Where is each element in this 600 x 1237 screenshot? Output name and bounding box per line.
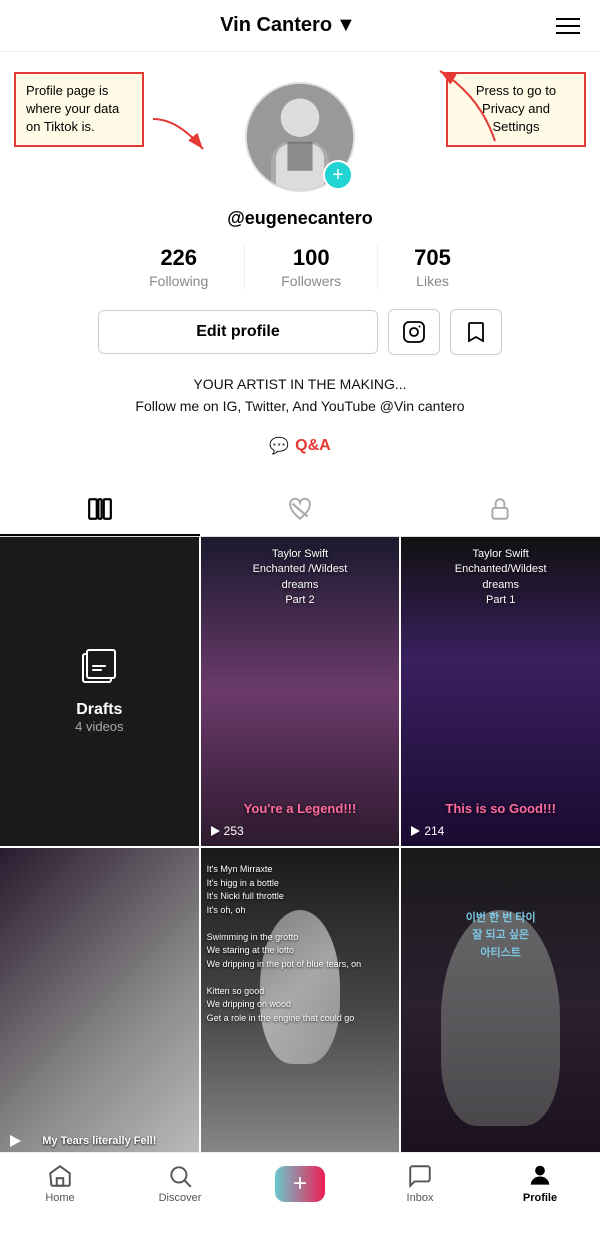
- annotation-left: Profile page is where your data on Tikto…: [14, 72, 144, 147]
- tab-liked[interactable]: [200, 482, 400, 536]
- drafts-label: Drafts: [76, 701, 122, 719]
- nav-plus[interactable]: +: [270, 1166, 330, 1202]
- video-3-caption: This is so Good!!!: [401, 800, 600, 818]
- followers-label: Followers: [281, 273, 341, 289]
- avatar[interactable]: +: [245, 82, 355, 192]
- nav-home[interactable]: Home: [30, 1163, 90, 1204]
- bio-section: YOUR ARTIST IN THE MAKING... Follow me o…: [105, 373, 494, 428]
- video-cell-2[interactable]: Taylor SwiftEnchanted /WildestdreamsPart…: [201, 537, 400, 846]
- video-2-title: Taylor SwiftEnchanted /WildestdreamsPart…: [201, 547, 400, 609]
- video-cell-5[interactable]: It's Myn MirraxteIt's higg in a bottleIt…: [201, 848, 400, 1157]
- nav-inbox-label: Inbox: [407, 1192, 434, 1204]
- video-4-label: My Tears literally Fell!: [0, 1135, 199, 1147]
- top-navigation: Vin Cantero ▼: [0, 0, 600, 52]
- following-label: Following: [149, 273, 208, 289]
- nav-plus-button[interactable]: +: [275, 1166, 325, 1202]
- nav-profile-label: Profile: [523, 1192, 557, 1204]
- arrow-right-indicator: [420, 66, 500, 146]
- stat-following[interactable]: 226 Following: [113, 245, 245, 289]
- nav-profile[interactable]: Profile: [510, 1163, 570, 1204]
- video-3-views: 214: [409, 824, 444, 838]
- video-cell-3[interactable]: Taylor SwiftEnchanted/WildestdreamsPart …: [401, 537, 600, 846]
- content-tabs: [0, 482, 600, 537]
- tab-locked[interactable]: [400, 482, 600, 536]
- username-dropdown[interactable]: Vin Cantero ▼: [220, 14, 356, 37]
- bio-line-2: Follow me on IG, Twitter, And YouTube @V…: [135, 395, 464, 417]
- likes-label: Likes: [416, 273, 449, 289]
- bottom-navigation: Home Discover + Inbox Profile: [0, 1152, 600, 1218]
- bookmarks-button[interactable]: [450, 309, 502, 355]
- profile-section: Profile page is where your data on Tikto…: [0, 52, 600, 482]
- following-count: 226: [160, 245, 197, 271]
- likes-count: 705: [414, 245, 451, 271]
- arrow-left-indicator: [148, 114, 208, 154]
- video-5-lyrics: It's Myn MirraxteIt's higg in a bottleIt…: [201, 863, 400, 1025]
- stat-likes[interactable]: 705 Likes: [378, 245, 487, 289]
- followers-count: 100: [293, 245, 330, 271]
- qa-label: Q&A: [295, 437, 331, 455]
- profile-handle: @eugenecantero: [227, 208, 373, 229]
- avatar-add-button[interactable]: +: [323, 160, 353, 190]
- tab-videos[interactable]: [0, 482, 200, 536]
- edit-profile-button[interactable]: Edit profile: [98, 310, 378, 354]
- stat-followers[interactable]: 100 Followers: [245, 245, 378, 289]
- drafts-icon: [79, 648, 119, 693]
- action-row: Edit profile: [20, 309, 580, 355]
- nav-discover-label: Discover: [159, 1192, 202, 1204]
- qa-icon: 💬: [269, 436, 289, 456]
- video-grid: Drafts 4 videos Taylor SwiftEnchanted /W…: [0, 537, 600, 1157]
- bio-line-1: YOUR ARTIST IN THE MAKING...: [135, 373, 464, 395]
- video-2-caption: You're a Legend!!!: [201, 800, 400, 818]
- video-cell-6[interactable]: 이번 한 번 타이잘 되고 싶은아티스트: [401, 848, 600, 1157]
- nav-inbox[interactable]: Inbox: [390, 1163, 450, 1204]
- video-cell-4[interactable]: My Tears literally Fell!: [0, 848, 199, 1157]
- video-3-title: Taylor SwiftEnchanted/WildestdreamsPart …: [401, 547, 600, 609]
- video-6-korean: 이번 한 번 타이잘 되고 싶은아티스트: [401, 910, 600, 963]
- dropdown-arrow: ▼: [336, 14, 356, 37]
- instagram-link-button[interactable]: [388, 309, 440, 355]
- qa-button[interactable]: 💬 Q&A: [269, 428, 330, 472]
- nav-home-label: Home: [45, 1192, 74, 1204]
- drafts-count: 4 videos: [75, 719, 123, 734]
- username-text: Vin Cantero: [220, 14, 332, 37]
- drafts-cell[interactable]: Drafts 4 videos: [0, 537, 199, 846]
- stats-row: 226 Following 100 Followers 705 Likes: [20, 245, 580, 289]
- video-2-views: 253: [209, 824, 244, 838]
- video-4-play: [8, 1134, 22, 1153]
- hamburger-menu[interactable]: [556, 18, 580, 34]
- nav-discover[interactable]: Discover: [150, 1163, 210, 1204]
